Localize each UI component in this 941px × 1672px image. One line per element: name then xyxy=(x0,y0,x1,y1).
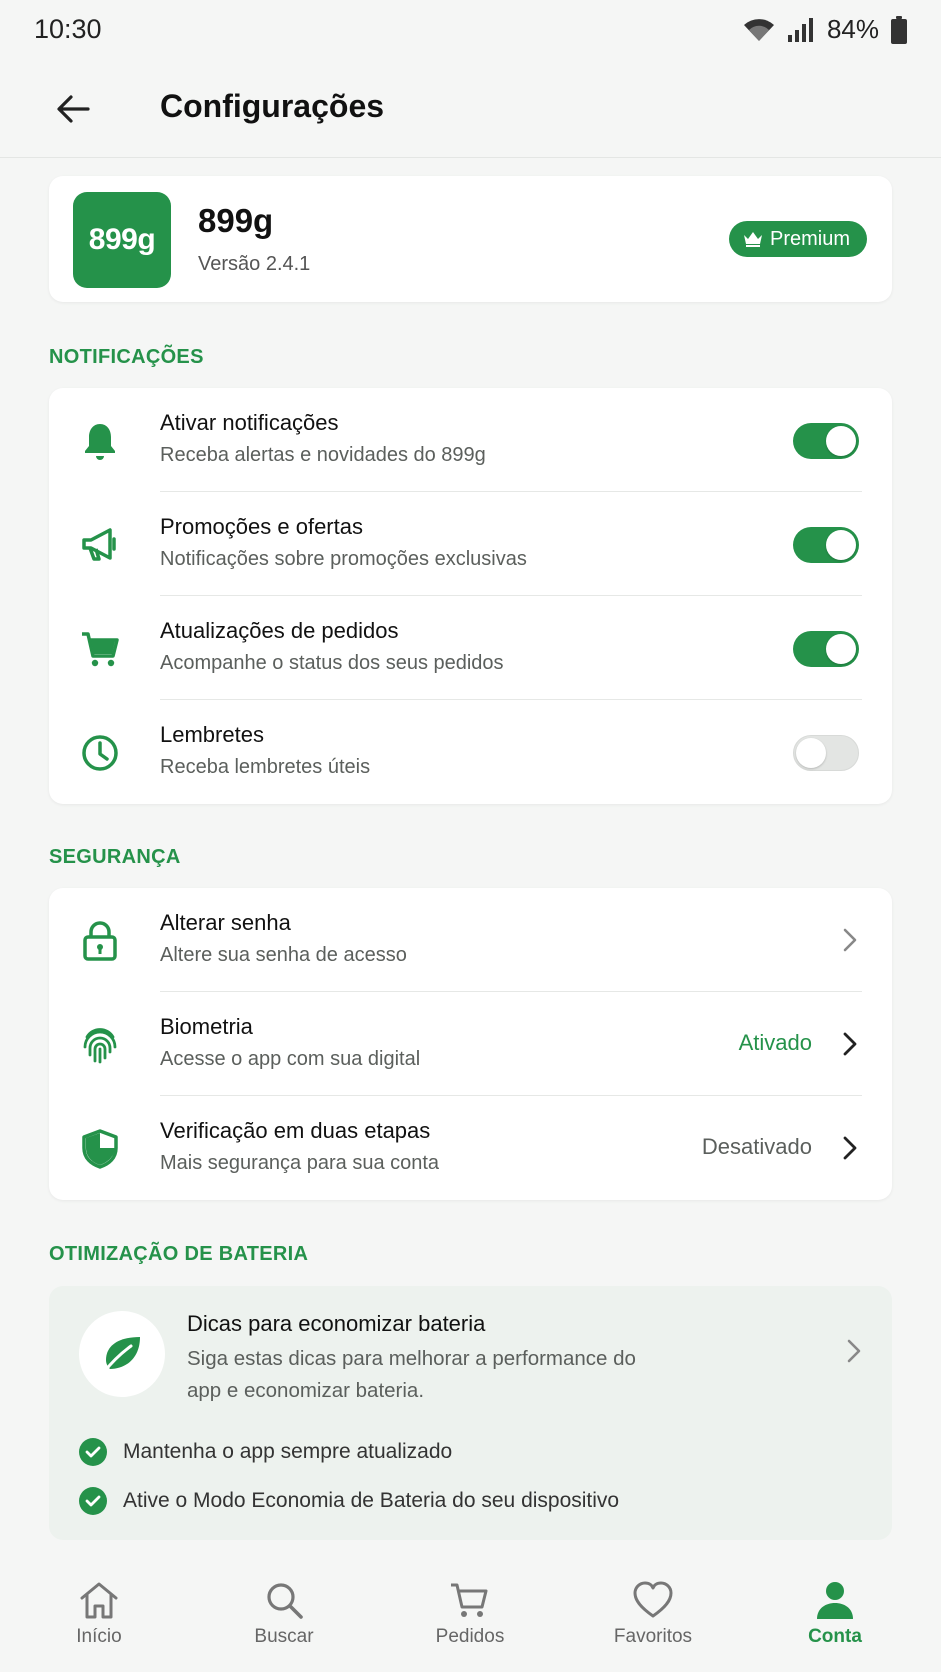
nav-item-favorites[interactable]: Favoritos xyxy=(583,1580,723,1648)
page-title: Configurações xyxy=(160,88,385,124)
home-icon xyxy=(80,1582,118,1619)
chevron-right-icon xyxy=(838,926,862,954)
tip-text: Ative o Modo Economia de Bateria do seu … xyxy=(123,1489,620,1512)
row-subtitle: Receba alertas e novidades do 899g xyxy=(160,444,486,466)
notification-row-enable[interactable]: Ativar notificações Receba alertas e nov… xyxy=(49,388,892,492)
row-title: Biometria xyxy=(160,1014,253,1039)
heart-icon xyxy=(633,1581,673,1618)
tip-text: Mantenha o app sempre atualizado xyxy=(123,1440,453,1463)
security-row-biometrics[interactable]: Biometria Acesse o app com sua digital A… xyxy=(49,992,892,1096)
battery-icon xyxy=(891,15,907,44)
chevron-right-icon xyxy=(838,1030,862,1058)
security-row-two-factor[interactable]: Verificação em duas etapas Mais seguranç… xyxy=(49,1096,892,1200)
security-row-password[interactable]: Alterar senha Altere sua senha de acesso xyxy=(49,888,892,992)
nav-label: Favoritos xyxy=(613,1626,693,1647)
premium-badge: Premium xyxy=(728,221,867,257)
row-title: Alterar senha xyxy=(160,910,291,935)
back-button[interactable] xyxy=(48,84,98,134)
bottom-navigation: Início Buscar Pedidos Favoritos Conta xyxy=(0,1550,941,1672)
leaf-icon xyxy=(79,1311,165,1397)
app-name: 899g xyxy=(198,202,274,239)
section-title-battery: OTIMIZAÇÃO DE BATERIA xyxy=(49,1243,309,1265)
row-title: Verificação em duas etapas xyxy=(160,1118,431,1143)
nav-item-orders[interactable]: Pedidos xyxy=(400,1580,540,1648)
toggle-reminders[interactable] xyxy=(793,735,859,771)
app-info-card: 899g 899g Versão 2.4.1 Premium xyxy=(49,176,892,302)
battery-tip: Ative o Modo Economia de Bateria do seu … xyxy=(79,1487,619,1515)
lock-icon xyxy=(79,920,121,962)
battery-tips-title: Dicas para economizar bateria xyxy=(187,1311,486,1336)
section-title-notifications: NOTIFICAÇÕES xyxy=(49,346,204,368)
biometrics-status: Ativado xyxy=(738,1030,812,1055)
row-subtitle: Mais segurança para sua conta xyxy=(160,1152,440,1174)
shield-icon xyxy=(79,1128,121,1170)
app-header: Configurações xyxy=(0,62,941,158)
row-title: Promoções e ofertas xyxy=(160,514,363,539)
row-subtitle: Notificações sobre promoções exclusivas xyxy=(160,548,527,570)
battery-tips-card[interactable]: Dicas para economizar bateria Siga estas… xyxy=(49,1286,892,1540)
section-title-security: SEGURANÇA xyxy=(49,846,181,868)
bell-icon xyxy=(79,420,121,462)
notification-row-reminders[interactable]: Lembretes Receba lembretes úteis xyxy=(49,700,892,804)
search-icon xyxy=(267,1583,303,1619)
nav-label: Início xyxy=(76,1626,122,1647)
row-title: Lembretes xyxy=(160,722,264,747)
nav-label: Conta xyxy=(808,1626,862,1647)
row-subtitle: Receba lembretes úteis xyxy=(160,756,371,778)
toggle-notifications[interactable] xyxy=(793,423,859,459)
security-card: Alterar senha Altere sua senha de acesso… xyxy=(49,888,892,1200)
nav-label: Pedidos xyxy=(435,1626,505,1647)
notification-row-orders[interactable]: Atualizações de pedidos Acompanhe o stat… xyxy=(49,596,892,700)
two-factor-status: Desativado xyxy=(701,1134,812,1159)
status-icons: 84% xyxy=(743,14,907,45)
chevron-right-icon xyxy=(846,1338,862,1369)
row-title: Atualizações de pedidos xyxy=(160,618,399,643)
nav-label: Buscar xyxy=(254,1626,314,1647)
battery-tips-description: Siga estas dicas para melhorar a perform… xyxy=(187,1347,636,1402)
settings-screen: 10:30 84% Configurações 899g 899g Versão… xyxy=(0,0,941,1672)
cart-icon xyxy=(451,1583,488,1617)
battery-tip: Mantenha o app sempre atualizado xyxy=(79,1438,452,1466)
clock-icon xyxy=(79,732,121,774)
row-subtitle: Acesse o app com sua digital xyxy=(160,1048,421,1070)
nav-item-home[interactable]: Início xyxy=(29,1580,169,1648)
app-logo: 899g xyxy=(73,192,171,288)
nav-item-search[interactable]: Buscar xyxy=(214,1580,354,1648)
user-icon xyxy=(817,1582,853,1619)
fingerprint-icon xyxy=(79,1024,121,1066)
row-subtitle: Acompanhe o status dos seus pedidos xyxy=(160,652,504,674)
row-subtitle: Altere sua senha de acesso xyxy=(160,944,407,966)
row-title: Ativar notificações xyxy=(160,410,339,435)
cart-icon xyxy=(79,628,121,670)
wifi-icon xyxy=(743,17,775,43)
status-time: 10:30 xyxy=(34,14,102,44)
premium-label: Premium xyxy=(769,227,850,250)
check-circle-icon xyxy=(79,1438,107,1466)
app-version: Versão 2.4.1 xyxy=(198,253,311,275)
chevron-right-icon xyxy=(838,1134,862,1162)
signal-icon xyxy=(787,17,815,43)
megaphone-icon xyxy=(79,524,121,566)
check-circle-icon xyxy=(79,1487,107,1515)
notifications-card: Ativar notificações Receba alertas e nov… xyxy=(49,388,892,804)
toggle-promotions[interactable] xyxy=(793,527,859,563)
battery-percent: 84% xyxy=(826,14,879,44)
status-bar: 10:30 84% xyxy=(0,0,941,62)
arrow-left-icon xyxy=(57,95,90,123)
crown-icon xyxy=(743,232,762,247)
nav-item-account[interactable]: Conta xyxy=(765,1580,905,1648)
notification-row-promotions[interactable]: Promoções e ofertas Notificações sobre p… xyxy=(49,492,892,596)
toggle-orders[interactable] xyxy=(793,631,859,667)
